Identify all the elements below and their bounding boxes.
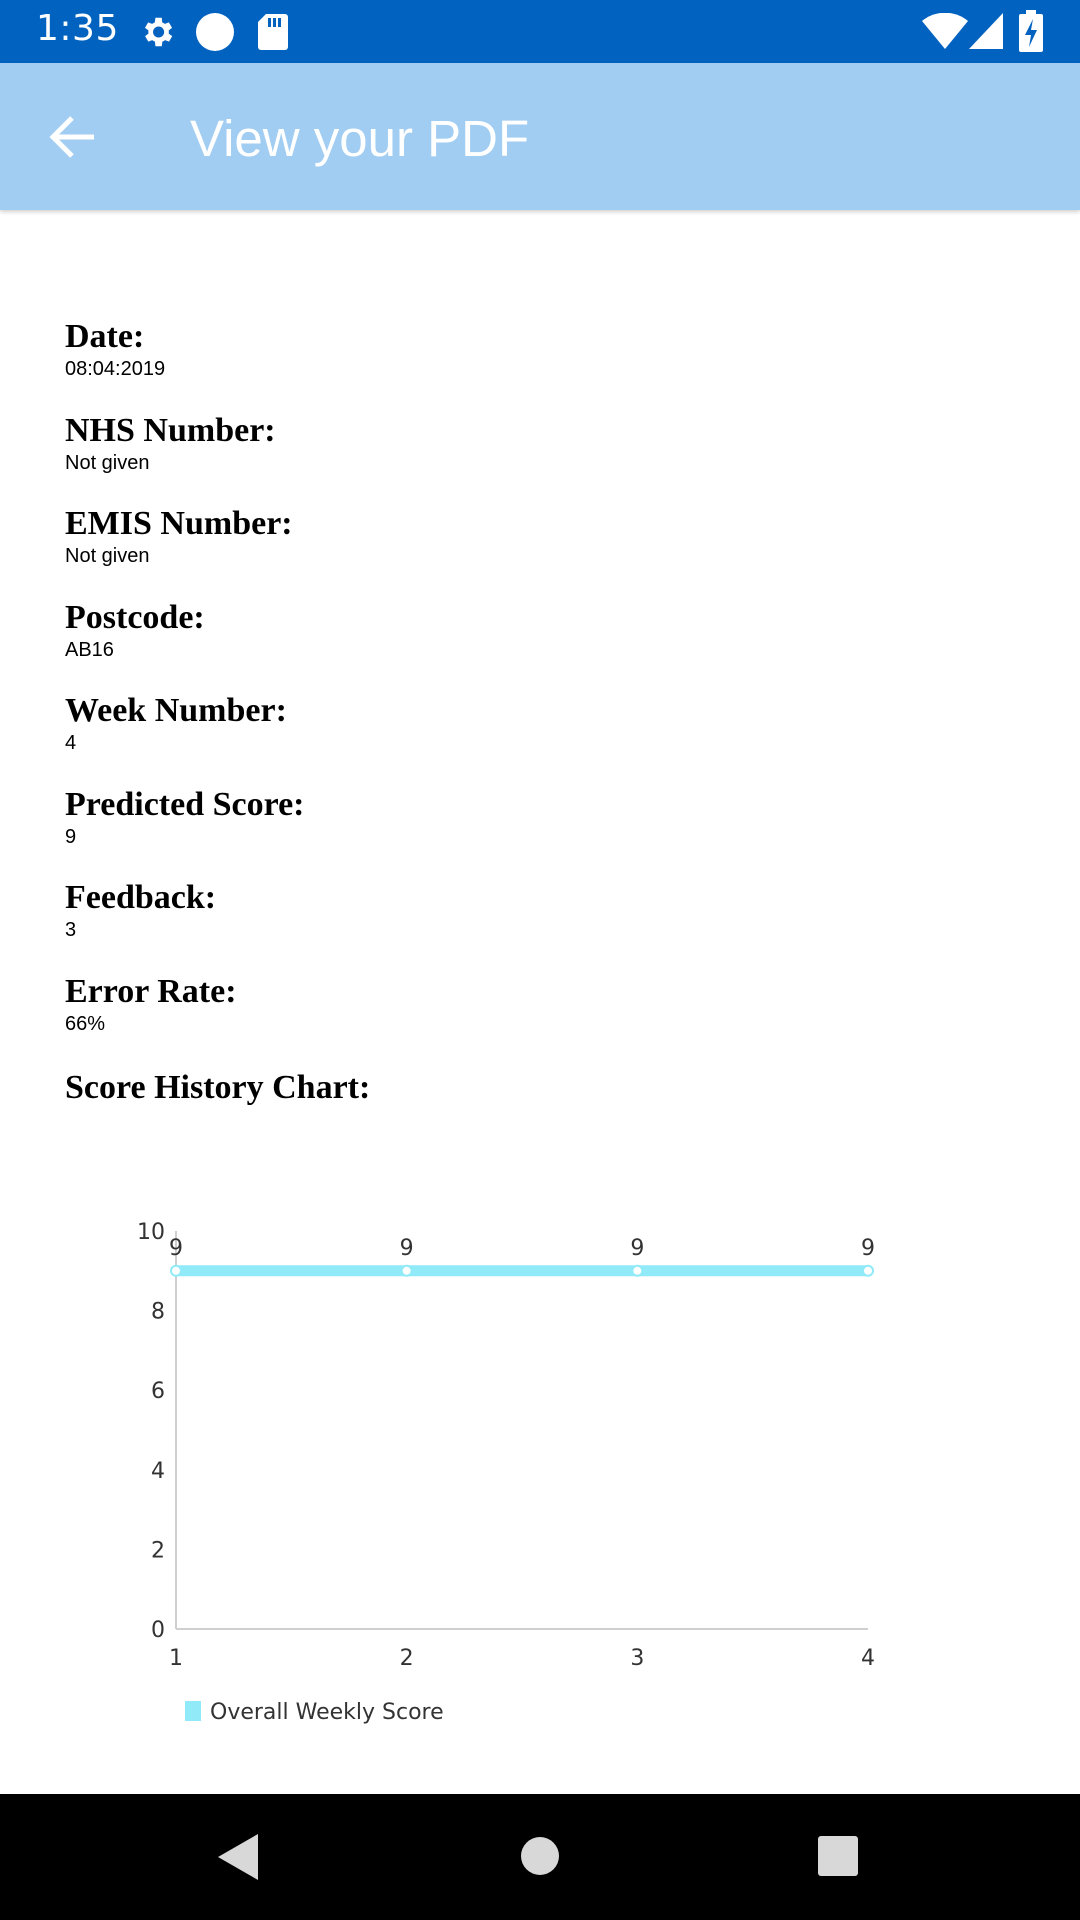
x-tick-label: 1	[169, 1646, 183, 1671]
data-label: 9	[400, 1236, 414, 1261]
recents-square-icon[interactable]	[818, 1836, 858, 1876]
field-label: Feedback:	[65, 879, 217, 916]
sd-card-icon	[258, 14, 288, 50]
x-tick-label: 2	[400, 1646, 414, 1671]
app-bar: View your PDF	[0, 63, 1080, 210]
field-label: Predicted Score:	[65, 785, 305, 823]
field-error-rate: Error Rate: 66%	[65, 973, 965, 1067]
status-bar: 1:35	[0, 0, 1080, 63]
field-label: Error Rate:	[65, 972, 237, 1010]
data-point	[400, 1264, 413, 1277]
field-value: 9	[65, 825, 77, 848]
pdf-document: Date: 08:04:2019 NHS Number: Not given E…	[65, 318, 965, 1066]
legend-swatch	[185, 1701, 201, 1721]
field-predicted-score: Predicted Score: 9	[65, 786, 965, 880]
field-emis-number: EMIS Number: Not given	[65, 505, 965, 599]
field-value: 4	[65, 732, 77, 754]
page-title: View your PDF	[190, 110, 530, 167]
gear-icon	[144, 17, 173, 47]
field-value: 08:04:2019	[65, 358, 166, 380]
data-label: 9	[630, 1236, 644, 1261]
field-postcode: Postcode: AB16	[65, 599, 965, 693]
field-label: Postcode:	[65, 598, 205, 636]
nav-bar	[0, 1794, 1080, 1920]
field-value: 66%	[65, 1012, 106, 1035]
field-value: AB16	[65, 638, 114, 661]
data-point	[862, 1264, 874, 1277]
status-time: 1:35	[36, 8, 119, 49]
signal-icon	[969, 13, 1003, 49]
y-tick-label: 6	[151, 1379, 165, 1404]
field-label: NHS Number:	[65, 411, 276, 449]
y-tick-label: 10	[137, 1220, 165, 1245]
field-value: Not given	[65, 451, 150, 474]
x-tick-label: 4	[861, 1646, 875, 1671]
data-point	[170, 1264, 182, 1277]
data-label: 9	[169, 1236, 183, 1261]
y-tick-label: 8	[151, 1300, 165, 1325]
field-value: 3	[65, 919, 77, 941]
field-label: Date:	[65, 318, 145, 355]
arrow-left-icon	[49, 116, 94, 158]
back-button[interactable]	[42, 107, 102, 167]
battery-charging-icon	[1019, 10, 1043, 52]
wifi-icon	[922, 13, 968, 49]
chart-heading: Score History Chart:	[65, 1069, 371, 1106]
data-label: 9	[861, 1236, 875, 1261]
y-tick-label: 0	[151, 1618, 165, 1643]
back-triangle-icon[interactable]	[218, 1834, 258, 1880]
field-label: Week Number:	[65, 692, 287, 729]
home-circle-icon[interactable]	[520, 1836, 560, 1876]
legend-label: Overall Weekly Score	[210, 1700, 444, 1725]
field-label: EMIS Number:	[65, 505, 293, 542]
x-tick-label: 3	[630, 1646, 644, 1671]
field-date: Date: 08:04:2019	[65, 318, 965, 412]
data-point	[631, 1264, 644, 1277]
field-nhs-number: NHS Number: Not given	[65, 412, 965, 506]
y-tick-label: 2	[151, 1538, 165, 1563]
circle-icon	[196, 13, 234, 51]
field-value: Not given	[65, 545, 150, 567]
field-week-number: Week Number: 4	[65, 692, 965, 786]
y-tick-label: 4	[151, 1459, 165, 1484]
field-feedback: Feedback: 3	[65, 879, 965, 973]
